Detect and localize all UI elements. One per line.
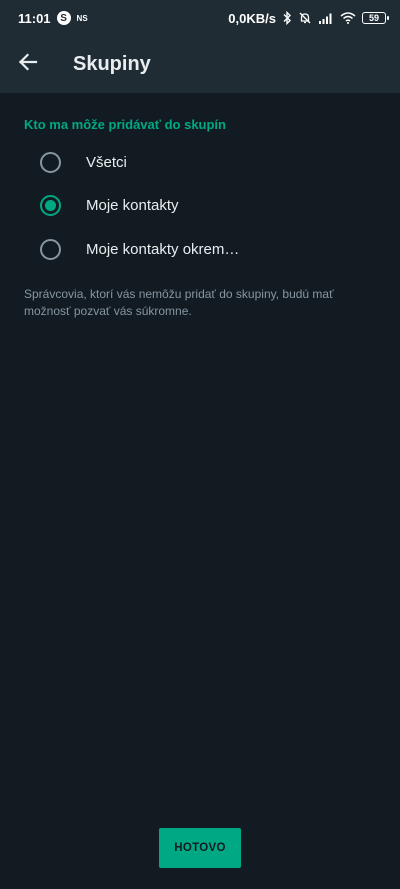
option-my-contacts-except[interactable]: Moje kontakty okrem…	[0, 227, 400, 271]
done-button[interactable]: HOTOVO	[159, 828, 241, 868]
wifi-icon	[340, 12, 356, 24]
arrow-left-icon	[18, 53, 38, 76]
network-speed: 0,0KB/s	[228, 10, 276, 26]
signal-icon	[318, 12, 334, 24]
status-bar: 11:01 S NS 0,0KB/s 59	[0, 0, 400, 36]
back-button[interactable]	[0, 36, 56, 93]
page-title: Skupiny	[73, 53, 151, 75]
option-label: Moje kontakty	[86, 196, 179, 214]
footnote-text: Správcovia, ktorí vás nemôžu pridať do s…	[24, 287, 334, 318]
toolbar: Skupiny	[0, 36, 400, 93]
battery-icon: 59	[362, 12, 389, 24]
status-left: 11:01 S NS	[18, 11, 88, 26]
bluetooth-icon	[282, 11, 292, 25]
ns-notification-icon: NS	[76, 13, 88, 23]
app-notification-icon: S	[56, 11, 71, 25]
status-right: 0,0KB/s 59	[228, 10, 389, 26]
option-everyone[interactable]: Všetci	[0, 140, 400, 184]
radio-button-checked[interactable]	[40, 194, 61, 216]
bell-muted-icon	[298, 11, 312, 25]
radio-button-unchecked[interactable]	[40, 238, 61, 260]
section-header: Kto ma môže pridávať do skupín	[24, 117, 226, 132]
status-time: 11:01	[18, 10, 51, 26]
radio-button-unchecked[interactable]	[40, 151, 61, 173]
option-my-contacts[interactable]: Moje kontakty	[0, 183, 400, 227]
option-label: Všetci	[86, 153, 127, 171]
battery-level: 59	[368, 13, 379, 23]
option-label: Moje kontakty okrem…	[86, 240, 240, 258]
